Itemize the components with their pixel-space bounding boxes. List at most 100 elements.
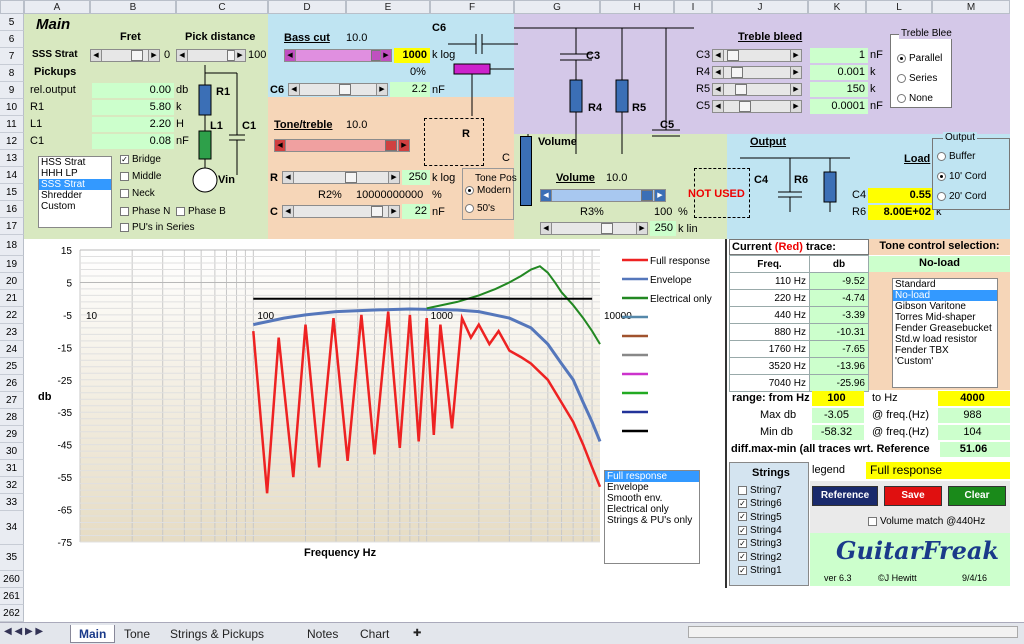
list-item[interactable]: Fender TBX	[893, 345, 997, 356]
column-header[interactable]: B	[90, 0, 176, 14]
list-item[interactable]: Strings & PU's only	[605, 515, 699, 526]
bass-cut-k[interactable]: 1000	[394, 48, 430, 63]
treble-none[interactable]: None	[897, 93, 933, 104]
sheet-tab[interactable]: Strings & Pickups	[162, 625, 272, 643]
row-header[interactable]: 33	[0, 494, 24, 511]
treble-param-scrollbar[interactable]: ◀ ▶	[712, 83, 802, 96]
pickup-param-value[interactable]: 0.00	[92, 83, 174, 98]
string-checkbox[interactable]: ✓ String5	[738, 512, 782, 523]
row-header[interactable]: 17	[0, 218, 24, 235]
row-header[interactable]: 35	[0, 545, 24, 571]
output-10-cord[interactable]: 10' Cord	[937, 171, 987, 182]
list-item[interactable]: Gibson Varitone	[893, 301, 997, 312]
stat-value[interactable]: 100	[812, 391, 864, 406]
treble-param-value[interactable]: 0.001	[810, 65, 868, 80]
list-item[interactable]: HSS Strat	[39, 157, 111, 168]
string-checkbox[interactable]: ✓ String4	[738, 525, 782, 536]
row-header[interactable]: 18	[0, 235, 24, 256]
tone-scrollbar[interactable]: ◀ ▶	[274, 139, 410, 152]
c4-value[interactable]: 0.55	[868, 188, 934, 203]
treble-param-scrollbar[interactable]: ◀ ▶	[712, 100, 802, 113]
sheet-tab[interactable]: Tone	[116, 625, 158, 643]
row-header[interactable]: 27	[0, 392, 24, 409]
row-header[interactable]: 14	[0, 167, 24, 184]
tone-c-scrollbar[interactable]: ◀ ▶	[282, 205, 400, 218]
list-item[interactable]: 'Custom'	[893, 356, 997, 367]
list-item[interactable]: Envelope	[605, 482, 699, 493]
column-header[interactable]: H	[600, 0, 674, 14]
row-header[interactable]: 31	[0, 460, 24, 477]
c6-scrollbar[interactable]: ◀ ▶	[288, 83, 388, 96]
treble-param-value[interactable]: 150	[810, 82, 868, 97]
legend-input[interactable]: Full response	[866, 462, 1010, 479]
column-header[interactable]: J	[712, 0, 808, 14]
row-header[interactable]: 30	[0, 443, 24, 460]
list-item[interactable]: Electrical only	[605, 504, 699, 515]
row-header[interactable]: 19	[0, 256, 24, 273]
string-checkbox[interactable]: ✓ String6	[738, 498, 782, 509]
treble-series[interactable]: Series	[897, 73, 937, 84]
row-header[interactable]: 21	[0, 290, 24, 307]
tone-pos-modern[interactable]: Modern	[465, 185, 511, 196]
sheet-nav-icons[interactable]: ◀ ◀ ▶ ▶	[4, 626, 43, 637]
row-header[interactable]: 8	[0, 65, 24, 82]
row-header[interactable]: 11	[0, 116, 24, 133]
column-header[interactable]: K	[808, 0, 866, 14]
reference-button[interactable]: Reference	[812, 486, 878, 506]
bass-cut-scrollbar[interactable]: ◀ ▶	[284, 49, 392, 62]
column-header[interactable]: M	[932, 0, 1010, 14]
list-item[interactable]: Shredder	[39, 190, 111, 201]
string-checkbox[interactable]: ✓ String1	[738, 565, 782, 576]
row-header[interactable]: 24	[0, 341, 24, 358]
pickup-checkbox[interactable]: Neck	[120, 188, 155, 199]
tone-control-listbox[interactable]: Standard No-load Gibson Varitone Torres Mid…	[892, 278, 998, 388]
pickup-checkbox[interactable]: ✓ Bridge	[120, 154, 161, 165]
row-header[interactable]: 12	[0, 133, 24, 150]
string-checkbox[interactable]: ✓ String2	[738, 552, 782, 563]
sheet-tab[interactable]: Notes	[299, 625, 346, 643]
list-item[interactable]: SSS Strat	[39, 179, 111, 190]
list-item[interactable]: HHH LP	[39, 168, 111, 179]
list-item[interactable]: Standard	[893, 279, 997, 290]
stat-value[interactable]: 104	[938, 425, 1010, 440]
treble-param-value[interactable]: 0.0001	[810, 99, 868, 114]
stat-value[interactable]: -3.05	[812, 408, 864, 423]
row-header[interactable]: 16	[0, 201, 24, 218]
tone-r-scrollbar[interactable]: ◀ ▶	[282, 171, 400, 184]
volume-k-scrollbar[interactable]: ◀ ▶	[540, 222, 648, 235]
column-header[interactable]: I	[674, 0, 712, 14]
list-item[interactable]: No-load	[893, 290, 997, 301]
new-sheet-icon[interactable]: ✚	[405, 625, 429, 643]
column-header[interactable]: L	[866, 0, 932, 14]
row-header[interactable]: 262	[0, 605, 24, 622]
row-header[interactable]: 15	[0, 184, 24, 201]
clear-button[interactable]: Clear	[948, 486, 1006, 506]
column-header[interactable]: D	[268, 0, 346, 14]
string-checkbox[interactable]: ✓ String3	[738, 538, 782, 549]
stat-value[interactable]: 988	[938, 408, 1010, 423]
row-header[interactable]: 23	[0, 324, 24, 341]
row-header[interactable]: 13	[0, 150, 24, 167]
column-header[interactable]: C	[176, 0, 268, 14]
pickup-listbox[interactable]: HSS Strat HHH LP SSS Strat Shredder Custom	[38, 156, 112, 228]
pickup-param-value[interactable]: 5.80	[92, 100, 174, 115]
row-header[interactable]: 7	[0, 48, 24, 65]
output-20-cord[interactable]: 20' Cord	[937, 191, 987, 202]
column-header[interactable]: E	[346, 0, 430, 14]
row-header[interactable]: 32	[0, 477, 24, 494]
r6-value[interactable]: 8.00E+02	[868, 205, 934, 220]
pickup-param-value[interactable]: 0.08	[92, 134, 174, 149]
treble-parallel[interactable]: Parallel	[897, 53, 942, 64]
list-item[interactable]: Full response	[605, 471, 699, 482]
fret-scrollbar[interactable]: ◀ ▶	[90, 49, 160, 62]
stat-value[interactable]: -58.32	[812, 425, 864, 440]
row-header[interactable]: 34	[0, 511, 24, 545]
list-item[interactable]: Fender Greasebucket	[893, 323, 997, 334]
tone-pos-50s[interactable]: 50's	[465, 203, 495, 214]
column-header[interactable]: A	[24, 0, 90, 14]
row-header[interactable]: 28	[0, 409, 24, 426]
pickup-checkbox[interactable]: Middle	[120, 171, 161, 182]
pickup-param-value[interactable]: 2.20	[92, 117, 174, 132]
row-header[interactable]: 6	[0, 31, 24, 48]
pickup-checkbox[interactable]: Phase N	[120, 206, 170, 217]
